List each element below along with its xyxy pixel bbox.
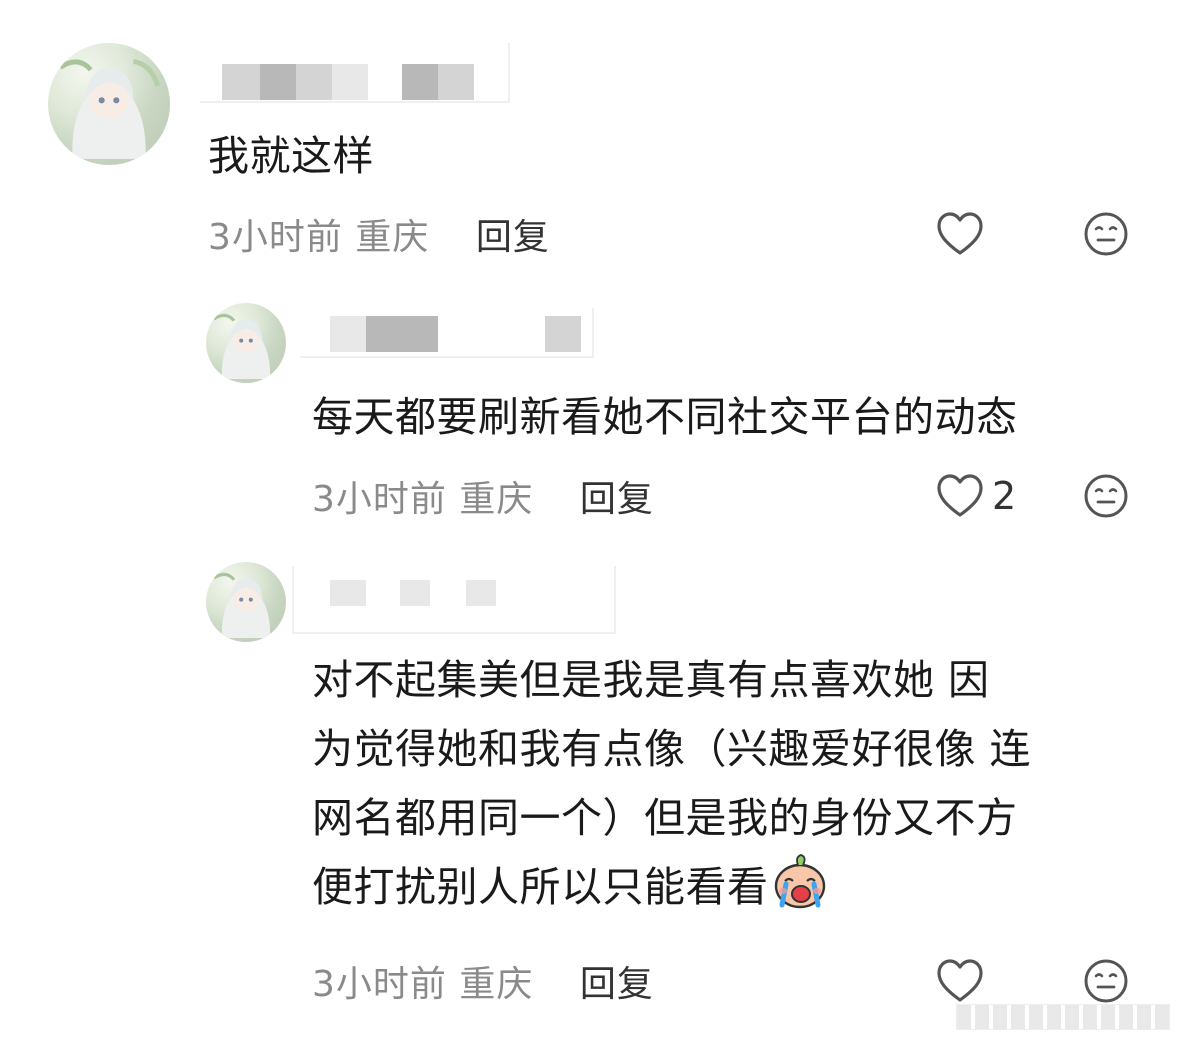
comment-line: 对不起集美但是我是真有点喜欢她 因	[312, 656, 990, 704]
meh-face-icon[interactable]	[1083, 211, 1129, 257]
reply-button[interactable]: 回复	[580, 479, 654, 520]
avatar-image	[213, 313, 271, 379]
comment-location: 重庆	[355, 217, 430, 258]
comment-location: 重庆	[459, 964, 534, 1005]
comment-line: 网名都用同一个）但是我的身份又不方	[312, 794, 1018, 842]
like-count: 2	[992, 474, 1017, 518]
comment-line-last: 便打扰别人所以只能看看	[312, 853, 1031, 922]
avatar[interactable]	[206, 562, 286, 642]
comment-time: 3小时前	[208, 217, 343, 258]
comment-time: 3小时前	[312, 964, 447, 1005]
reply-button[interactable]: 回复	[580, 964, 654, 1005]
comment-location: 重庆	[459, 479, 534, 520]
comment-line: 便打扰别人所以只能看看	[312, 863, 769, 911]
comment-text: 我就这样	[208, 132, 374, 180]
watermark-redacted	[956, 1004, 1170, 1030]
avatar-image	[213, 572, 271, 638]
heart-outline-icon[interactable]	[936, 473, 984, 519]
meh-face-icon[interactable]	[1083, 958, 1129, 1004]
comment-text: 对不起集美但是我是真有点喜欢她 因 为觉得她和我有点像（兴趣爱好很像 连 网名都…	[312, 646, 1031, 922]
heart-outline-icon[interactable]	[936, 958, 984, 1004]
comment-meta: 3小时前 重庆 回复	[312, 470, 654, 522]
reply-button[interactable]: 回复	[476, 217, 550, 258]
avatar[interactable]	[48, 43, 170, 165]
avatar-image	[58, 58, 161, 159]
comment-time: 3小时前	[312, 479, 447, 520]
meh-face-icon[interactable]	[1083, 473, 1129, 519]
avatar[interactable]	[206, 303, 286, 383]
comment-meta: 3小时前 重庆 回复	[208, 208, 550, 260]
heart-outline-icon[interactable]	[936, 211, 984, 257]
comment-meta: 3小时前 重庆 回复	[312, 955, 654, 1007]
comment-line: 为觉得她和我有点像（兴趣爱好很像 连	[312, 725, 1032, 773]
crying-face-emoji	[771, 853, 829, 911]
comment-text: 每天都要刷新看她不同社交平台的动态	[312, 393, 1018, 441]
